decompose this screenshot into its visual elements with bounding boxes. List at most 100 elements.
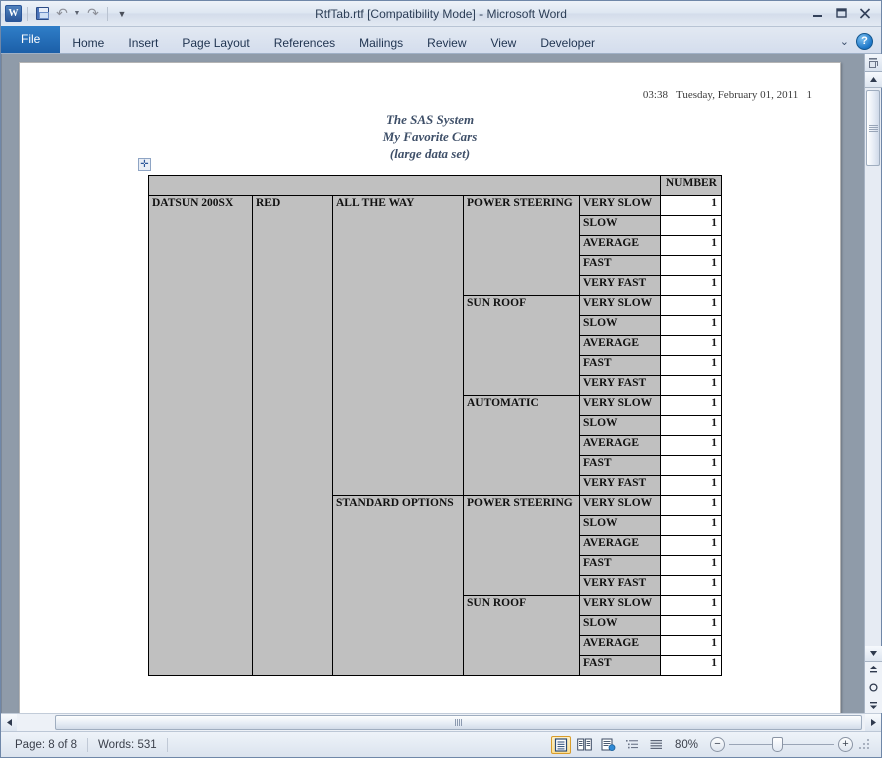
table-cell-speed: SLOW <box>579 415 661 436</box>
table-cell-speed: SLOW <box>579 215 661 236</box>
tab-page-layout[interactable]: Page Layout <box>170 31 261 53</box>
table-cell-speed: VERY SLOW <box>579 295 661 316</box>
table-cell-speed: VERY SLOW <box>579 395 661 416</box>
table-header-blank <box>148 175 661 196</box>
table-cell-speed: AVERAGE <box>579 535 661 556</box>
scroll-up-button[interactable] <box>865 72 882 88</box>
table-row: DATSUN 200SX RED ALL THE WAY POWER STEERING… <box>148 195 722 676</box>
minimize-button[interactable] <box>806 5 828 22</box>
work-area: 03:38 Tuesday, February 01, 2011 1 The S… <box>1 54 882 713</box>
view-outline-button[interactable] <box>623 736 643 754</box>
undo-arrow-icon: ↶ <box>56 5 68 22</box>
slider-thumb[interactable] <box>772 737 783 752</box>
window-controls <box>806 5 881 22</box>
view-web-layout-button[interactable] <box>599 736 619 754</box>
tab-developer[interactable]: Developer <box>528 31 607 53</box>
status-word-count[interactable]: Words: 531 <box>88 739 167 751</box>
document-page: 03:38 Tuesday, February 01, 2011 1 The S… <box>19 62 841 713</box>
table-cell-speed: SLOW <box>579 615 661 636</box>
tab-review[interactable]: Review <box>415 31 478 53</box>
customize-qat-button[interactable]: ▼ <box>113 5 131 23</box>
status-bar: Page: 8 of 8 Words: 531 80% − + <box>1 731 881 757</box>
zoom-out-button[interactable]: − <box>710 737 725 752</box>
scroll-left-button[interactable] <box>1 714 17 731</box>
zoom-slider[interactable] <box>729 737 834 752</box>
grip-line <box>457 719 458 726</box>
grip-line <box>868 130 878 132</box>
table-cell-number: 1 <box>660 435 722 456</box>
table-cell-number: 1 <box>660 315 722 336</box>
close-button[interactable] <box>854 5 876 22</box>
vertical-scrollbar[interactable] <box>864 54 882 713</box>
table-cell-speed: FAST <box>579 255 661 276</box>
document-canvas[interactable]: 03:38 Tuesday, February 01, 2011 1 The S… <box>1 54 864 713</box>
table-cell-number: 1 <box>660 215 722 236</box>
window-title: RtfTab.rtf [Compatibility Mode] - Micros… <box>315 6 567 21</box>
minimize-ribbon-icon[interactable]: ⌄ <box>840 35 849 48</box>
chevron-down-icon: ▼ <box>73 10 81 17</box>
horizontal-scrollbar[interactable] <box>1 713 881 731</box>
table-cell-number: 1 <box>660 535 722 556</box>
table-cell-number: 1 <box>660 415 722 436</box>
next-page-button[interactable] <box>865 696 882 713</box>
resize-grip-icon[interactable] <box>859 738 871 751</box>
table-cell-speed: FAST <box>579 555 661 576</box>
table-cell-number: 1 <box>660 655 722 676</box>
view-draft-button[interactable] <box>647 736 667 754</box>
table-cell-color: RED <box>252 195 333 676</box>
grip-line <box>461 719 462 726</box>
table-cell-speed: AVERAGE <box>579 435 661 456</box>
tab-view[interactable]: View <box>479 31 529 53</box>
table-cell-speed: VERY SLOW <box>579 195 661 216</box>
document-header-line: 03:38 Tuesday, February 01, 2011 1 <box>642 89 812 101</box>
table-move-handle-icon[interactable]: ✛ <box>138 158 151 171</box>
table-cell-number: 1 <box>660 355 722 376</box>
horizontal-scroll-track[interactable] <box>17 714 865 731</box>
undo-dropdown-button[interactable]: ▼ <box>73 5 82 23</box>
horizontal-scroll-thumb[interactable] <box>55 715 862 730</box>
ribbon-right-controls: ⌄ ? <box>840 33 881 53</box>
table-cell-speed: SLOW <box>579 315 661 336</box>
status-page-indicator[interactable]: Page: 8 of 8 <box>5 739 87 751</box>
table-cell-number: 1 <box>660 575 722 596</box>
grip-line <box>459 719 460 726</box>
sas-report-table: NUMBER DATSUN 200SX RED ALL THE WAY POWER S… <box>148 175 722 676</box>
zoom-level-label[interactable]: 80% <box>671 739 706 751</box>
ribbon-tab-strip: File Home Insert Page Layout References … <box>1 26 881 54</box>
zoom-in-button[interactable]: + <box>838 737 853 752</box>
status-right-controls: 80% − + <box>550 735 877 754</box>
table-cell-number: 1 <box>660 235 722 256</box>
grip-line <box>868 128 878 130</box>
view-full-screen-reading-button[interactable] <box>575 736 595 754</box>
vertical-scroll-track[interactable] <box>865 88 881 646</box>
table-header-row: NUMBER <box>148 175 722 196</box>
title-bar: W ↶ ▼ ↷ ▼ RtfTab.rtf [Compatibility Mode… <box>1 1 881 27</box>
restore-button[interactable] <box>830 5 852 22</box>
help-button[interactable]: ? <box>856 33 873 50</box>
table-cell-number: 1 <box>660 275 722 296</box>
table-cell-speed: VERY SLOW <box>579 595 661 616</box>
redo-button[interactable]: ↷ <box>84 5 102 23</box>
table-cell-number: 1 <box>660 255 722 276</box>
table-cell-number: 1 <box>660 295 722 316</box>
divider <box>166 737 168 752</box>
table-cell-options: ALL THE WAY <box>332 195 464 496</box>
scroll-right-button[interactable] <box>865 714 881 731</box>
select-browse-object-button[interactable] <box>865 679 882 696</box>
vertical-scroll-thumb[interactable] <box>866 90 880 166</box>
scroll-down-button[interactable] <box>865 646 882 662</box>
table-cell-feature: AUTOMATIC <box>463 395 580 496</box>
previous-page-button[interactable] <box>865 662 882 679</box>
split-window-button[interactable] <box>865 54 882 72</box>
view-print-layout-button[interactable] <box>550 735 571 754</box>
table-cell-speed: VERY FAST <box>579 575 661 596</box>
word-logo-icon[interactable]: W <box>5 5 22 22</box>
tab-insert[interactable]: Insert <box>116 31 170 53</box>
tab-references[interactable]: References <box>262 31 347 53</box>
tab-mailings[interactable]: Mailings <box>347 31 415 53</box>
tab-home[interactable]: Home <box>60 31 116 53</box>
undo-button[interactable]: ↶ <box>53 5 71 23</box>
tab-file[interactable]: File <box>1 26 61 53</box>
divider <box>27 6 28 21</box>
save-button[interactable] <box>33 5 51 23</box>
